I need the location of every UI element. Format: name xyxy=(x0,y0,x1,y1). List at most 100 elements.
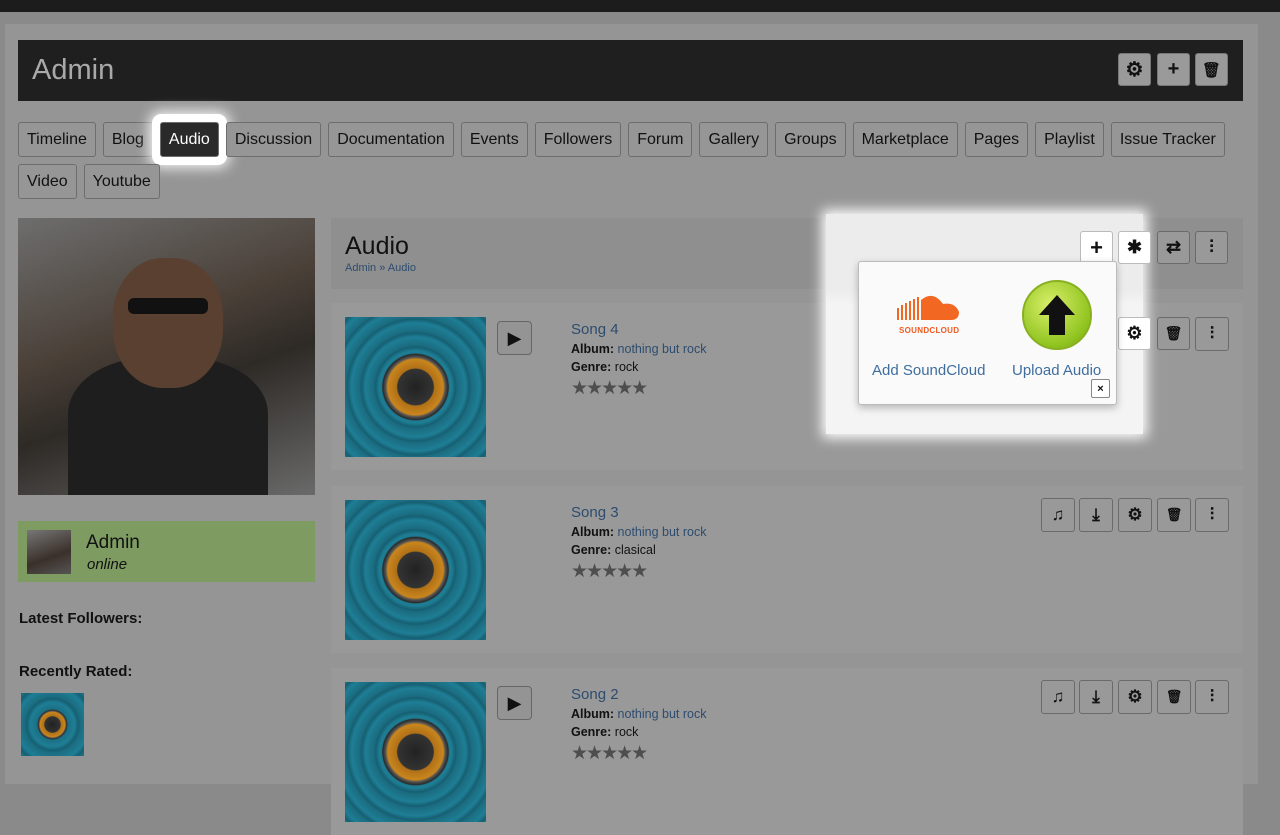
upload-arrow-icon[interactable] xyxy=(1022,280,1092,350)
profile-photo[interactable] xyxy=(18,218,315,495)
close-icon: × xyxy=(1097,382,1104,395)
star-rating[interactable]: ★★★★★ xyxy=(571,560,648,583)
download-icon: ⤓ xyxy=(1092,687,1100,706)
tab-issue-tracker[interactable]: Issue Tracker xyxy=(1110,122,1225,157)
avatar[interactable] xyxy=(27,530,71,574)
tab-playlist[interactable]: Playlist xyxy=(1035,122,1104,157)
latest-followers-label: Latest Followers: xyxy=(19,610,143,627)
download-icon: ⤓ xyxy=(1092,505,1100,524)
plus-icon: + xyxy=(1090,234,1103,260)
tab-forum[interactable]: Forum xyxy=(628,122,693,157)
album-link[interactable]: nothing but rock xyxy=(618,525,707,539)
settings-button[interactable]: ⚙ xyxy=(1118,680,1152,714)
upload-audio-link[interactable]: Upload Audio xyxy=(1012,362,1101,379)
soundcloud-logo-text: SOUNDCLOUD xyxy=(899,326,960,335)
refresh-button[interactable]: ⇄ xyxy=(1157,231,1190,264)
song-row: ▶ Song 2 Album: nothing but rock Genre: … xyxy=(331,668,1243,835)
album-label: Album: xyxy=(571,525,615,539)
download-button[interactable]: ⤓ xyxy=(1079,498,1113,532)
gear-icon: ⚙ xyxy=(1125,59,1144,81)
add-soundcloud-link[interactable]: Add SoundCloud xyxy=(872,362,985,379)
tab-youtube[interactable]: Youtube xyxy=(83,164,160,199)
tab-marketplace[interactable]: Marketplace xyxy=(852,122,958,157)
song-title[interactable]: Song 3 xyxy=(571,504,619,521)
download-button[interactable]: ⤓ xyxy=(1079,680,1113,714)
recently-rated-label: Recently Rated: xyxy=(19,663,133,680)
genre-value: clasical xyxy=(614,543,656,557)
settings-button[interactable]: ⚙ xyxy=(1118,498,1152,532)
delete-button[interactable]: 🗑 xyxy=(1195,53,1228,86)
add-audio-button[interactable]: + xyxy=(1080,231,1113,264)
tab-blog[interactable]: Blog xyxy=(102,122,153,157)
song-artwork[interactable] xyxy=(345,682,486,822)
delete-button[interactable]: 🗑 xyxy=(1157,498,1191,532)
delete-button[interactable]: 🗑 xyxy=(1157,317,1190,350)
song-title[interactable]: Song 4 xyxy=(571,321,619,338)
tab-gallery[interactable]: Gallery xyxy=(699,122,769,157)
page-title: Admin xyxy=(32,54,115,86)
play-button[interactable]: ▶ xyxy=(497,686,532,720)
gear-icon: ⚙ xyxy=(1126,323,1143,343)
tab-discussion[interactable]: Discussion xyxy=(225,122,322,157)
sliders-button[interactable]: ⫶ xyxy=(1195,231,1228,264)
trash-icon: 🗑 xyxy=(1201,61,1222,79)
tab-audio[interactable]: Audio xyxy=(159,122,219,157)
sliders-icon: ⫶ xyxy=(1209,237,1214,257)
user-card: Admin online xyxy=(18,521,315,582)
trash-icon: 🗑 xyxy=(1165,689,1183,704)
star-rating[interactable]: ★★★★★ xyxy=(571,377,648,400)
add-button[interactable]: + xyxy=(1157,53,1190,86)
play-icon: ▶ xyxy=(507,692,522,713)
song-title[interactable]: Song 2 xyxy=(571,686,619,703)
genre-value: rock xyxy=(614,360,639,374)
album-label: Album: xyxy=(571,707,615,721)
trash-icon: 🗑 xyxy=(1165,507,1183,522)
tab-bar: Timeline Blog Audio Discussion Documenta… xyxy=(18,122,1248,199)
play-icon: ▶ xyxy=(507,327,522,348)
section-title: Audio xyxy=(345,232,409,260)
delete-button[interactable]: 🗑 xyxy=(1157,680,1191,714)
album-link[interactable]: nothing but rock xyxy=(618,707,707,721)
music-icon: ♫ xyxy=(1051,505,1065,524)
tab-followers[interactable]: Followers xyxy=(534,122,622,157)
sliders-icon: ⫶ xyxy=(1209,505,1215,524)
star-rating[interactable]: ★★★★★ xyxy=(571,742,648,765)
soundcloud-icon[interactable]: SOUNDCLOUD xyxy=(895,294,965,335)
tab-groups[interactable]: Groups xyxy=(775,122,846,157)
genre-label: Genre: xyxy=(571,725,612,739)
breadcrumb[interactable]: Admin » Audio xyxy=(345,262,416,274)
gear-icon: ⚙ xyxy=(1127,687,1143,706)
sliders-button[interactable]: ⫶ xyxy=(1195,317,1229,351)
play-button[interactable]: ▶ xyxy=(497,321,532,355)
settings-button[interactable]: ⚙ xyxy=(1118,317,1151,350)
tab-pages[interactable]: Pages xyxy=(964,122,1029,157)
tab-timeline[interactable]: Timeline xyxy=(18,122,96,157)
sliders-button[interactable]: ⫶ xyxy=(1195,680,1229,714)
genre-label: Genre: xyxy=(571,543,612,557)
close-popup-button[interactable]: × xyxy=(1091,379,1110,398)
top-bar xyxy=(0,0,1280,12)
album-link[interactable]: nothing but rock xyxy=(618,342,707,356)
asterisk-icon: ✱ xyxy=(1126,237,1143,257)
trash-icon: 🗑 xyxy=(1164,325,1183,341)
user-status: online xyxy=(87,556,128,573)
user-name[interactable]: Admin xyxy=(86,532,140,554)
settings-button[interactable]: ⚙ xyxy=(1118,53,1151,86)
sliders-button[interactable]: ⫶ xyxy=(1195,498,1229,532)
plus-icon: + xyxy=(1167,58,1180,80)
song-artwork[interactable] xyxy=(345,317,486,457)
genre-value: rock xyxy=(614,725,639,739)
recently-rated-thumbnail[interactable] xyxy=(21,693,84,756)
add-audio-popup: SOUNDCLOUD Add SoundCloud Upload Audio × xyxy=(858,261,1117,405)
playlist-button[interactable]: ♫ xyxy=(1041,498,1075,532)
playlist-button[interactable]: ♫ xyxy=(1041,680,1075,714)
music-icon: ♫ xyxy=(1051,687,1065,706)
tab-events[interactable]: Events xyxy=(460,122,528,157)
tab-documentation[interactable]: Documentation xyxy=(328,122,454,157)
refresh-icon: ⇄ xyxy=(1165,237,1182,257)
album-label: Album: xyxy=(571,342,615,356)
asterisk-button[interactable]: ✱ xyxy=(1118,231,1151,264)
gear-icon: ⚙ xyxy=(1127,505,1143,524)
tab-video[interactable]: Video xyxy=(18,164,77,199)
song-artwork[interactable] xyxy=(345,500,486,640)
